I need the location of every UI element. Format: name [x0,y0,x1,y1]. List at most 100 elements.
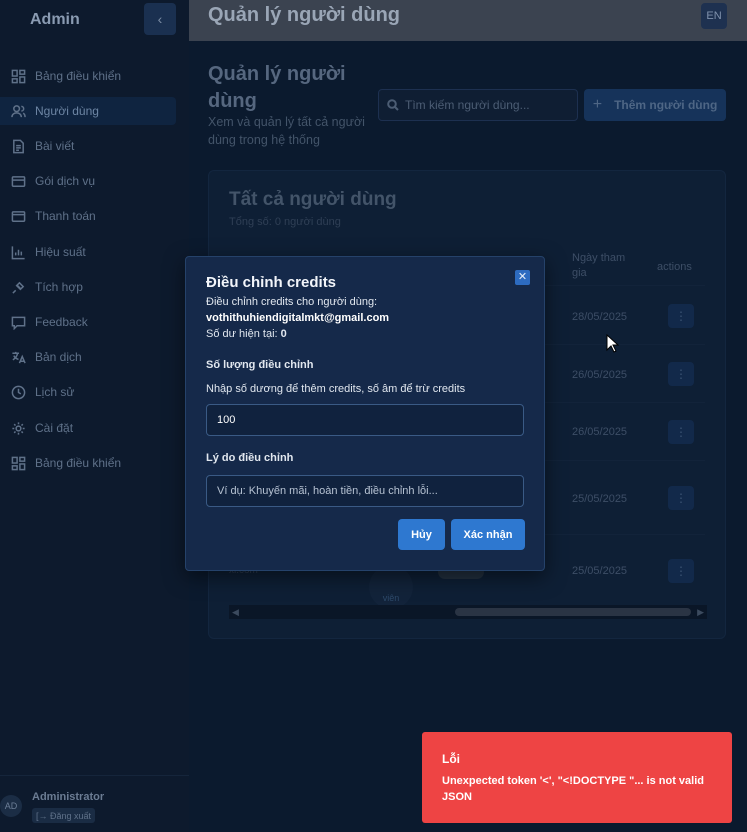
reason-label: Lý do điều chỉnh [206,452,294,464]
scroll-right-icon[interactable]: ▶ [697,607,704,618]
scroll-left-icon[interactable]: ◀ [232,607,239,618]
language-toggle[interactable]: EN [701,3,727,29]
sidebar-item-label: Tích hợp [35,280,83,294]
row-joined-date: 26/05/2025 [572,369,628,381]
row-actions-button[interactable]: ⋮ [668,559,694,583]
add-user-button[interactable]: + Thêm người dùng [584,89,726,121]
chevron-left-icon: ‹ [157,11,163,27]
sidebar-footer: AD Administrator [→ Đăng xuất [0,775,189,832]
avatar: AD [0,795,22,817]
card-title: Tất cả người dùng [229,189,397,210]
sidebar-item-label: Gói dịch vụ [35,174,96,188]
cancel-button[interactable]: Hủy [398,519,445,550]
toast-message: Unexpected token '<', "<!DOCTYPE "... is… [442,775,704,803]
column-header-actions: actions [657,261,692,273]
sidebar-item-dashboard[interactable]: Bảng điều khiển [0,62,176,90]
row-joined-date: 25/05/2025 [572,493,628,505]
sidebar-item-label: Người dùng [35,104,99,118]
dialog-description: Điều chỉnh credits cho người dùng: [206,296,378,308]
more-vertical-icon: ⋮ [675,425,687,439]
more-vertical-icon: ⋮ [675,564,687,578]
sidebar-item-integrations[interactable]: Tích hợp [0,273,176,301]
plus-icon: + [592,96,603,113]
page-subtitle: Xem và quản lý tất cả người dùng trong h… [208,115,365,147]
credit-card-icon [10,208,26,224]
sidebar-item-label: Bảng điều khiển [35,69,122,83]
gear-icon [10,420,26,436]
adjust-credits-dialog: ✕ Điều chỉnh credits Điều chỉnh credits … [185,256,545,571]
sidebar-item-label: Cài đặt [35,421,74,435]
sidebar-item-feedback[interactable]: Feedback [0,308,176,336]
amount-label: Số lượng điều chỉnh [206,359,314,371]
horizontal-scrollbar[interactable]: ◀ ▶ [229,605,707,619]
row-actions-button[interactable]: ⋮ [668,362,694,386]
more-vertical-icon: ⋮ [675,491,687,505]
search-icon [387,99,399,111]
user-email: vothithuhiendigitalmkt@gmail.com [206,312,390,324]
row-actions-button[interactable]: ⋮ [668,420,694,444]
sidebar-item-users[interactable]: Người dùng [0,97,176,125]
sidebar-item-history[interactable]: Lịch sử [0,378,176,406]
translate-icon [10,349,26,365]
sidebar-item-performance[interactable]: Hiệu suất [0,238,176,266]
sidebar-item-translations[interactable]: Bản dịch [0,343,176,371]
card-subtitle: Tổng số: 0 người dùng [229,216,341,228]
balance-label: Số dư hiện tại: [206,328,278,340]
row-joined-date: 25/05/2025 [572,565,628,577]
message-icon [10,314,26,330]
top-bar: Quản lý người dùng EN [189,0,747,41]
sidebar-item-plans[interactable]: Gói dịch vụ [0,167,176,195]
row-joined-date: 26/05/2025 [572,426,628,438]
row-role-partial: viên [382,593,400,603]
users-icon [10,103,26,119]
balance-value: 0 [280,328,287,340]
sidebar-item-label: Bảng điều khiển [35,456,122,470]
close-button[interactable]: ✕ [515,270,530,285]
sidebar-item-label: Feedback [35,315,88,329]
clock-icon [10,384,26,400]
mouse-cursor-icon [606,334,620,353]
confirm-button[interactable]: Xác nhận [451,519,525,550]
topbar-title: Quản lý người dùng [208,4,401,26]
row-actions-button[interactable]: ⋮ [668,304,694,328]
search-placeholder: Tìm kiếm người dùng... [405,98,530,112]
search-input[interactable]: Tìm kiếm người dùng... [378,89,578,121]
dashboard-icon [10,68,26,84]
more-vertical-icon: ⋮ [675,367,687,381]
page-title: Quản lý người dùng [208,63,346,112]
sidebar-item-label: Bài viết [35,139,75,153]
row-joined-date: 28/05/2025 [572,311,628,323]
sidebar: Admin ‹ Bảng điều khiển Người dùng Bài v… [0,0,189,832]
add-user-label: Thêm người dùng [614,98,718,112]
amount-field[interactable]: 100 [206,404,524,436]
logout-button[interactable]: [→ Đăng xuất [32,808,96,823]
chart-icon [10,244,26,260]
current-balance: Số dư hiện tại: 0 [206,328,287,340]
sidebar-item-label: Lịch sử [35,385,75,399]
sidebar-item-posts[interactable]: Bài viết [0,132,176,160]
document-icon [10,138,26,154]
column-header-joined: Ngày tham gia [572,252,626,279]
more-vertical-icon: ⋮ [675,309,687,323]
sidebar-item-label: Hiệu suất [35,245,86,259]
row-actions-button[interactable]: ⋮ [668,486,694,510]
user-name: Administrator [32,791,105,803]
sidebar-title: Admin [30,11,80,28]
toast-title: Lỗi [442,752,460,766]
sidebar-item-label: Bản dịch [35,350,82,364]
sidebar-item-settings[interactable]: Cài đặt [0,414,176,442]
plug-icon [10,279,26,295]
error-toast[interactable]: Lỗi Unexpected token '<', "<!DOCTYPE "..… [422,732,732,823]
dashboard-icon [10,455,26,471]
dialog-title: Điều chỉnh credits [206,274,337,291]
sidebar-item-dashboard-2[interactable]: Bảng điều khiển [0,449,176,477]
amount-hint: Nhập số dương để thêm credits, số âm để … [206,383,466,395]
collapse-sidebar-button[interactable]: ‹ [144,3,176,35]
sidebar-item-label: Thanh toán [35,209,96,223]
card-icon [10,173,26,189]
row-avatar: viên [369,565,413,609]
sidebar-item-payments[interactable]: Thanh toán [0,202,176,230]
close-icon: ✕ [517,271,528,283]
scrollbar-thumb[interactable] [455,608,691,616]
reason-field[interactable]: Ví dụ: Khuyến mãi, hoàn tiền, điều chỉnh… [206,475,524,507]
